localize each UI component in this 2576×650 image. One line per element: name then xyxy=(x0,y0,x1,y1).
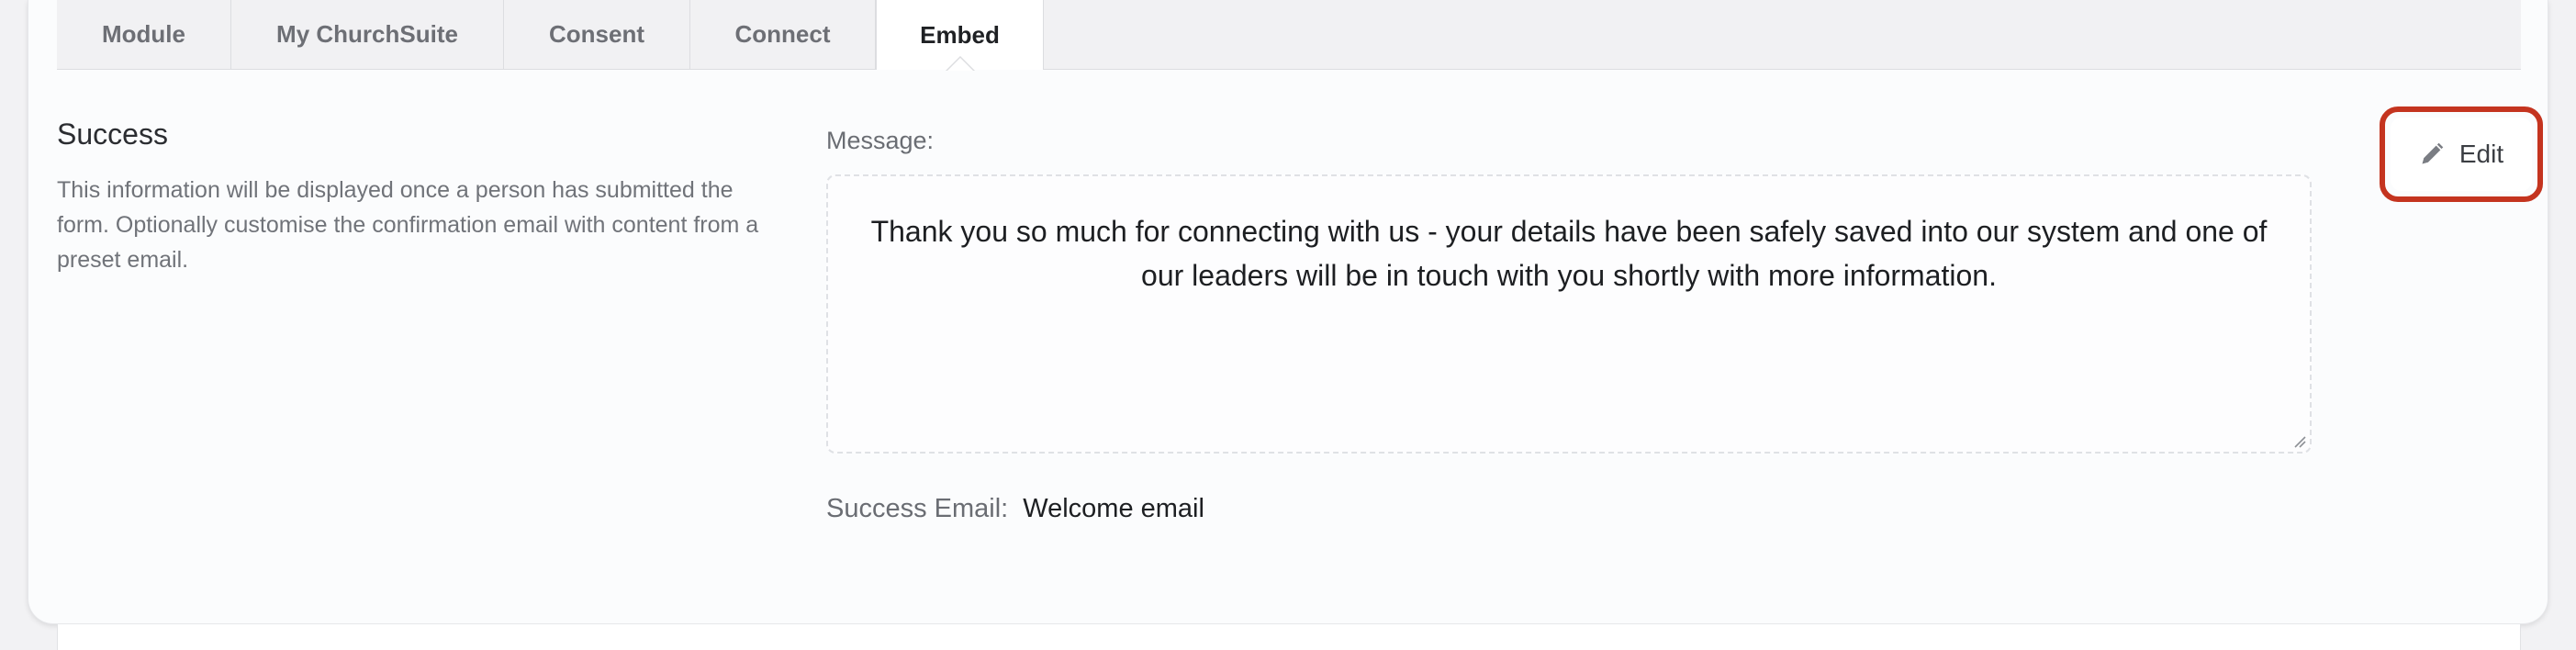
tab-embed[interactable]: Embed xyxy=(876,0,1044,71)
edit-button[interactable]: Edit xyxy=(2391,118,2532,191)
tab-bar: Module My ChurchSuite Consent Connect Em… xyxy=(57,0,2521,71)
tab-connect[interactable]: Connect xyxy=(690,0,876,69)
message-textarea[interactable]: Thank you so much for connecting with us… xyxy=(826,174,2312,454)
success-email-row: Success Email: Welcome email xyxy=(826,494,1204,524)
section-title: Success xyxy=(57,118,168,151)
resize-grip-icon[interactable] xyxy=(2291,433,2306,448)
pencil-icon xyxy=(2422,142,2444,164)
tab-consent[interactable]: Consent xyxy=(504,0,690,69)
next-section-edge xyxy=(57,624,2521,650)
tab-my-churchsuite[interactable]: My ChurchSuite xyxy=(231,0,504,69)
message-label: Message: xyxy=(826,127,935,154)
tab-module[interactable]: Module xyxy=(57,0,231,69)
success-email-label: Success Email: xyxy=(826,494,1009,523)
message-text: Thank you so much for connecting with us… xyxy=(870,215,2268,292)
page: Module My ChurchSuite Consent Connect Em… xyxy=(0,0,2576,650)
success-email-value: Welcome email xyxy=(1023,494,1204,523)
section-description: This information will be displayed once … xyxy=(57,177,759,273)
edit-button-label: Edit xyxy=(2458,140,2504,168)
